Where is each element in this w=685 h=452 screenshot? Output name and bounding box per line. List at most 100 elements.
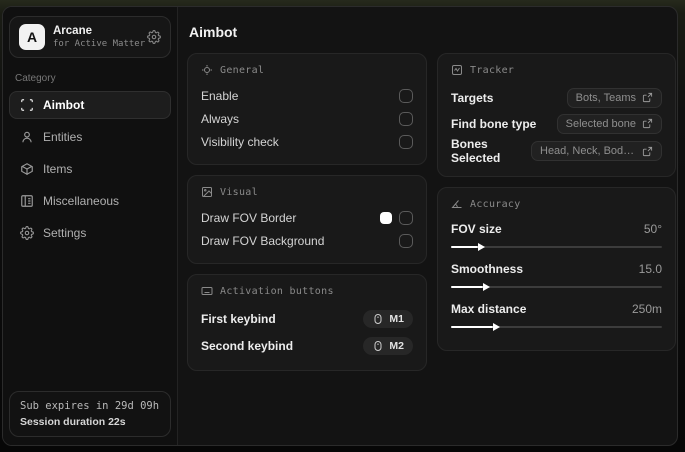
first-keybind-button[interactable]: M1 — [363, 310, 413, 328]
app-name: Arcane — [53, 25, 92, 37]
sidebar-item-entities[interactable]: Entities — [9, 123, 171, 151]
slider-thumb[interactable] — [478, 243, 486, 251]
select-value: Head, Neck, Body, Pe… — [540, 145, 636, 157]
setting-label: Targets — [451, 90, 494, 105]
setting-label: FOV size — [451, 222, 502, 236]
settings-gear-icon[interactable] — [147, 30, 161, 44]
smoothness-slider[interactable] — [451, 283, 662, 291]
sidebar-item-label: Settings — [43, 226, 87, 240]
setting-row-fov-background: Draw FOV Background — [201, 230, 413, 252]
fov-background-checkbox[interactable] — [399, 234, 413, 248]
slider-value: 250m — [631, 302, 662, 316]
scan-crosshair-icon — [20, 98, 34, 112]
sidebar-item-miscellaneous[interactable]: Miscellaneous — [9, 187, 171, 215]
sidebar-item-items[interactable]: Items — [9, 155, 171, 183]
sidebar-item-aimbot[interactable]: Aimbot — [9, 91, 171, 119]
app-window: A Arcane for Active Matter Category Aimb… — [2, 6, 678, 446]
slider-fill — [451, 283, 490, 291]
visibility-check-checkbox[interactable] — [399, 135, 413, 149]
card-title-text: Accuracy — [470, 198, 521, 210]
fov-size-slider[interactable] — [451, 243, 662, 251]
app-logo: A — [19, 24, 45, 50]
setting-label: Find bone type — [451, 116, 537, 131]
fov-size-slider-group: FOV size 50° — [451, 219, 662, 251]
always-checkbox[interactable] — [399, 112, 413, 126]
setting-row-targets: Targets Bots, Teams — [451, 85, 662, 110]
keybind-value: M2 — [389, 340, 404, 352]
card-title-text: Visual — [220, 186, 258, 198]
expand-select-icon — [642, 118, 653, 129]
angle-icon — [451, 198, 463, 210]
slider-fill — [451, 323, 501, 331]
visual-card: Visual Draw FOV Border Draw FOV Backgrou… — [187, 175, 427, 264]
expand-select-icon — [642, 146, 653, 157]
fov-border-checkbox[interactable] — [399, 211, 413, 225]
card-title-text: Activation buttons — [220, 285, 334, 297]
second-keybind-button[interactable]: M2 — [363, 337, 413, 355]
person-icon — [20, 130, 34, 144]
setting-label: First keybind — [201, 312, 276, 326]
card-title-text: Tracker — [470, 64, 515, 76]
tracker-card: Tracker Targets Bots, Teams Find bone ty… — [437, 53, 676, 177]
keybind-value: M1 — [389, 313, 404, 325]
setting-label: Max distance — [451, 302, 527, 316]
setting-row-fov-border: Draw FOV Border — [201, 207, 413, 229]
page-title: Aimbot — [189, 24, 238, 40]
select-value: Bots, Teams — [575, 91, 636, 104]
main-content: Aimbot General Enable Always Visibility … — [178, 7, 677, 445]
session-duration-text: Session duration 22s — [20, 416, 126, 428]
sidebar-item-label: Entities — [43, 130, 83, 144]
enable-checkbox[interactable] — [399, 89, 413, 103]
sidebar-item-label: Items — [43, 162, 73, 176]
accuracy-card-header: Accuracy — [451, 198, 662, 210]
setting-label: Visibility check — [201, 135, 279, 149]
setting-row-first-keybind: First keybind M1 — [201, 306, 413, 332]
activity-icon — [451, 64, 463, 76]
visual-card-header: Visual — [201, 186, 413, 198]
max-distance-slider[interactable] — [451, 323, 662, 331]
accuracy-card: Accuracy FOV size 50° Smoothness 15.0 Ma… — [437, 187, 676, 351]
setting-label: Enable — [201, 89, 239, 103]
setting-label: Second keybind — [201, 339, 294, 353]
sidebar-item-label: Aimbot — [43, 98, 85, 112]
setting-row-always: Always — [201, 108, 413, 130]
find-bone-type-select[interactable]: Selected bone — [556, 113, 662, 134]
max-distance-slider-group: Max distance 250m — [451, 299, 662, 331]
bones-selected-select[interactable]: Head, Neck, Body, Pe… — [531, 141, 662, 161]
general-card-header: General — [201, 64, 413, 76]
setting-row-enable: Enable — [201, 85, 413, 107]
card-title-text: General — [220, 64, 265, 76]
cube-icon — [20, 162, 34, 176]
activation-card-header: Activation buttons — [201, 285, 413, 297]
subscription-info: Sub expires in 29d 09h Session duration … — [9, 391, 171, 437]
slider-fill — [451, 243, 486, 251]
slider-thumb[interactable] — [493, 323, 501, 331]
setting-label: Draw FOV Border — [201, 211, 297, 225]
sub-expires-text: Sub expires in 29d 09h — [20, 400, 160, 412]
crosshair-sun-icon — [201, 64, 213, 76]
sidebar: A Arcane for Active Matter Category Aimb… — [3, 7, 178, 445]
setting-label: Smoothness — [451, 262, 524, 276]
setting-row-second-keybind: Second keybind M2 — [201, 333, 413, 359]
slider-thumb[interactable] — [482, 283, 490, 291]
sidebar-item-settings[interactable]: Settings — [9, 219, 171, 247]
slider-value: 50° — [643, 222, 662, 236]
targets-select[interactable]: Bots, Teams — [566, 87, 662, 108]
setting-row-visibility-check: Visibility check — [201, 131, 413, 153]
slider-value: 15.0 — [638, 262, 662, 276]
mouse-icon — [372, 340, 384, 352]
expand-select-icon — [642, 92, 653, 103]
app-meta: Arcane for Active Matter — [53, 25, 145, 49]
sidebar-item-label: Miscellaneous — [43, 194, 120, 208]
setting-label: Bones Selected — [451, 137, 501, 165]
fov-border-color-swatch[interactable] — [380, 212, 392, 224]
setting-row-bones-selected: Bones Selected Head, Neck, Body, Pe… — [451, 137, 662, 165]
image-icon — [201, 186, 213, 198]
general-card: General Enable Always Visibility check — [187, 53, 427, 165]
tracker-card-header: Tracker — [451, 64, 662, 76]
activation-card: Activation buttons First keybind M1 Seco… — [187, 274, 427, 371]
setting-label: Draw FOV Background — [201, 234, 325, 248]
category-label: Category — [15, 73, 56, 84]
select-value: Selected bone — [565, 117, 636, 130]
setting-label: Always — [201, 112, 240, 126]
